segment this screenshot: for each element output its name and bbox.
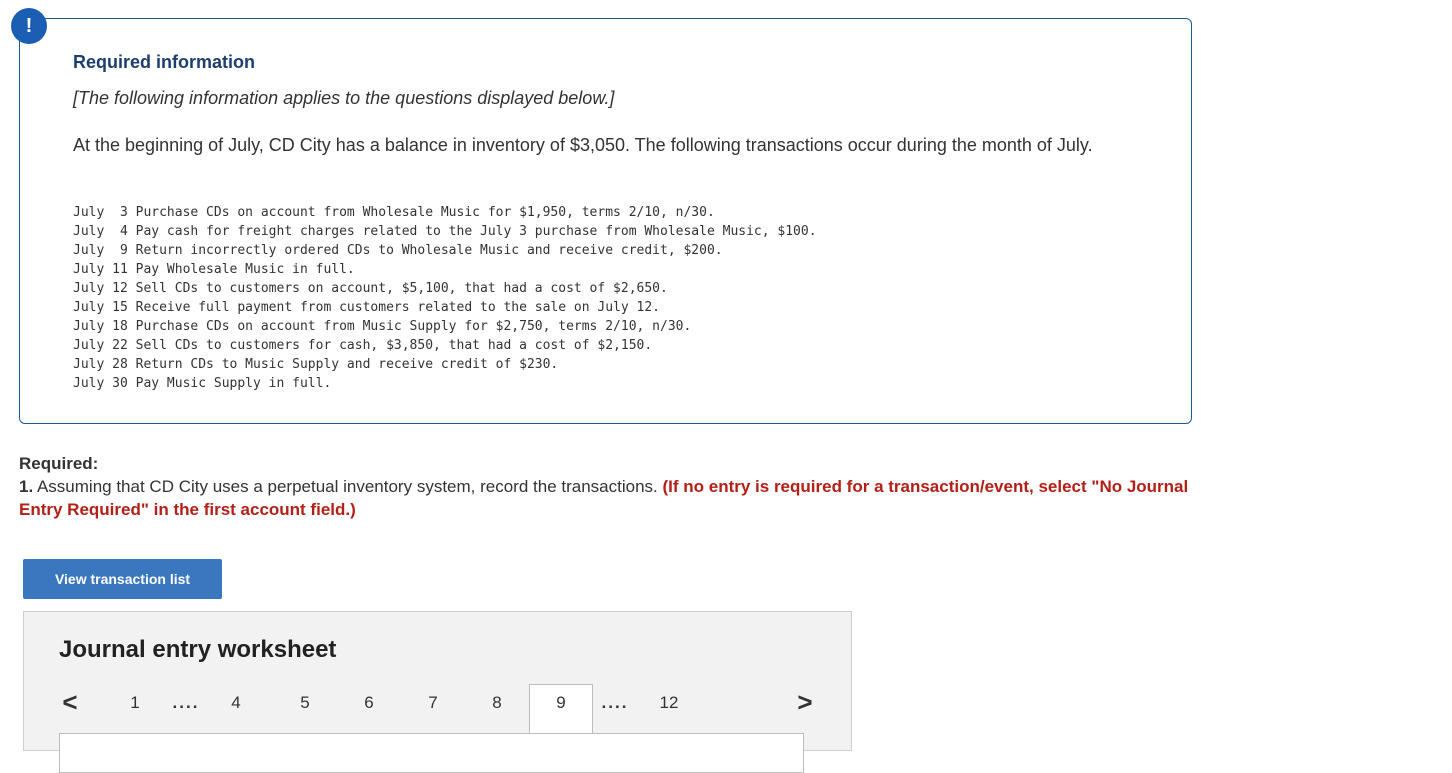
transaction-item: July 18 Purchase CDs on account from Mus…	[73, 319, 692, 334]
worksheet-title: Journal entry worksheet	[59, 636, 337, 663]
worksheet-pager: < 1 .... 4 5 6 7 8 9 .... 12 >	[24, 684, 851, 734]
required-question: Required: 1. Assuming that CD City uses …	[19, 452, 1199, 521]
intro-note: [The following information applies to th…	[73, 88, 615, 108]
required-information-panel: Required information [The following info…	[19, 18, 1192, 424]
transaction-item: July 12 Sell CDs to customers on account…	[73, 281, 668, 296]
transaction-item: July 4 Pay cash for freight charges rela…	[73, 224, 817, 239]
page-link[interactable]: 7	[421, 684, 445, 734]
page-link[interactable]: 12	[655, 684, 683, 734]
next-page-icon[interactable]: >	[793, 684, 817, 734]
transaction-item: July 22 Sell CDs to customers for cash, …	[73, 338, 653, 353]
problem-description: At the beginning of July, CD City has a …	[73, 135, 1093, 155]
transaction-item: July 9 Return incorrectly ordered CDs to…	[73, 243, 723, 258]
page-link[interactable]: 4	[224, 684, 248, 734]
question-number: 1.	[19, 477, 34, 496]
transaction-list: July 3 Purchase CDs on account from Whol…	[73, 203, 817, 393]
pager-ellipsis: ....	[601, 693, 629, 712]
page-link[interactable]: 8	[485, 684, 509, 734]
worksheet-content-panel	[59, 733, 804, 773]
prev-page-icon[interactable]: <	[58, 684, 82, 734]
page-link[interactable]: 5	[293, 684, 317, 734]
journal-entry-worksheet: Journal entry worksheet < 1 .... 4 5 6 7…	[23, 611, 852, 773]
required-information-title: Required information	[73, 52, 256, 72]
transaction-item: July 11 Pay Wholesale Music in full.	[73, 262, 355, 277]
transaction-item: July 30 Pay Music Supply in full.	[73, 376, 332, 391]
page-link[interactable]: 6	[357, 684, 381, 734]
pager-ellipsis: ....	[172, 693, 200, 712]
transaction-item: July 15 Receive full payment from custom…	[73, 300, 660, 315]
page-link[interactable]: 1	[123, 684, 147, 734]
view-transaction-list-button[interactable]: View transaction list	[23, 559, 222, 599]
required-label: Required:	[19, 454, 99, 473]
transaction-item: July 28 Return CDs to Music Supply and r…	[73, 357, 559, 372]
transaction-item: July 3 Purchase CDs on account from Whol…	[73, 205, 715, 220]
question-text: Assuming that CD City uses a perpetual i…	[33, 477, 663, 496]
exclamation-icon: !	[11, 8, 47, 44]
page-link-active[interactable]: 9	[529, 684, 593, 734]
